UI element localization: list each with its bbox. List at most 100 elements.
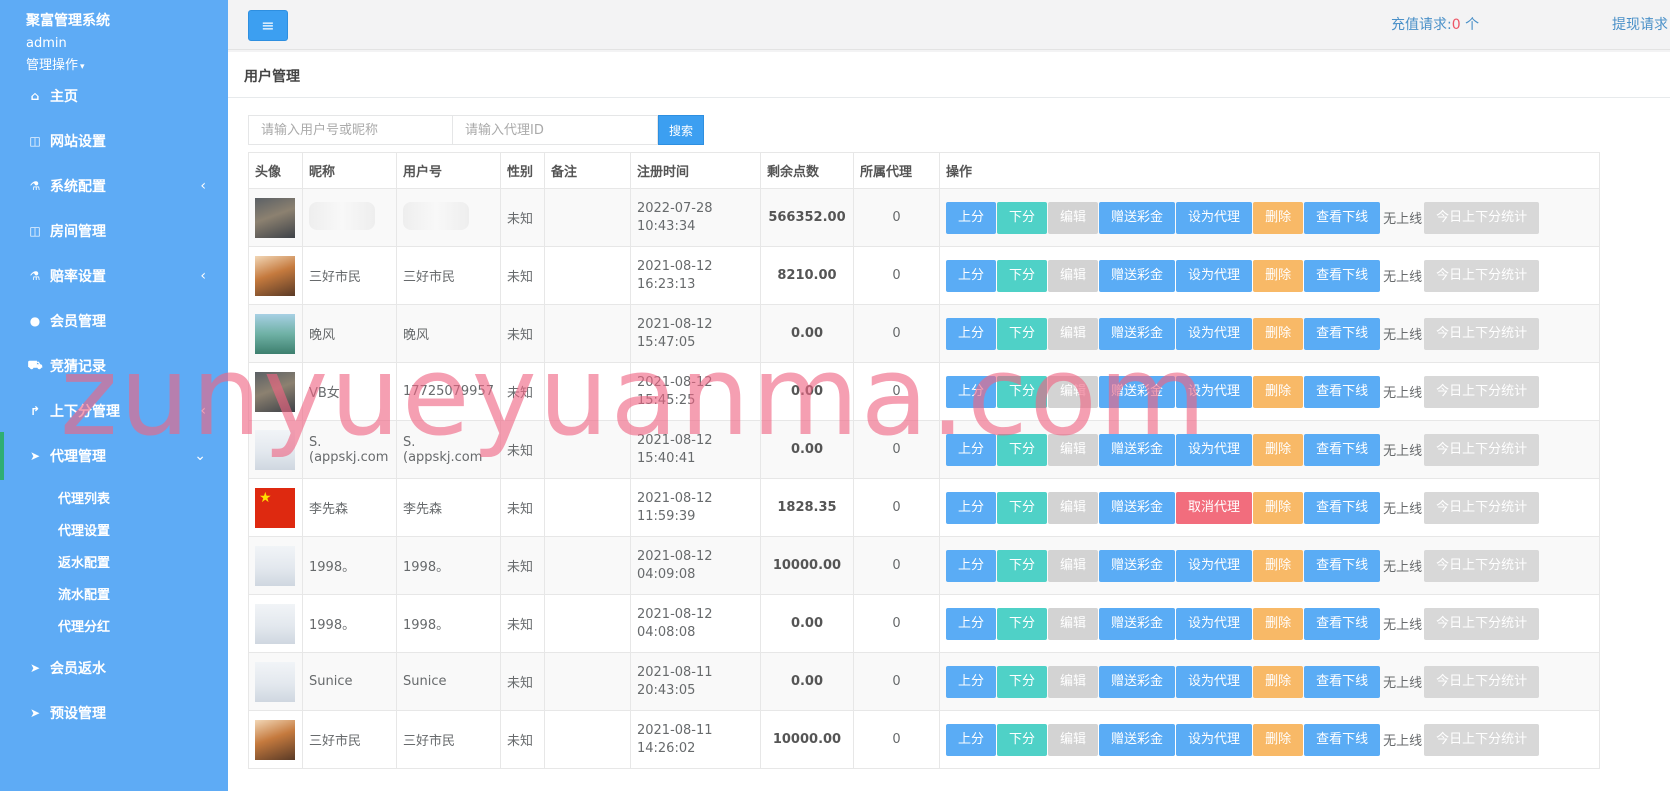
- daily-stats-button[interactable]: 今日上下分统计: [1424, 375, 1540, 408]
- edit-button[interactable]: 编辑: [1048, 201, 1099, 234]
- gift-bonus-button[interactable]: 赠送彩金: [1099, 607, 1176, 640]
- set-agent-button[interactable]: 设为代理: [1176, 201, 1253, 234]
- remove-points-button[interactable]: 下分: [997, 665, 1048, 698]
- set-agent-button[interactable]: 设为代理: [1176, 433, 1253, 466]
- sidebar-subitem-3[interactable]: 返水配置: [58, 552, 110, 571]
- sidebar-subitem-1[interactable]: 代理列表: [58, 488, 110, 507]
- edit-button[interactable]: 编辑: [1048, 723, 1099, 756]
- daily-stats-button[interactable]: 今日上下分统计: [1424, 433, 1540, 466]
- remove-points-button[interactable]: 下分: [997, 375, 1048, 408]
- edit-button[interactable]: 编辑: [1048, 317, 1099, 350]
- remove-points-button[interactable]: 下分: [997, 433, 1048, 466]
- set-agent-button[interactable]: 设为代理: [1176, 549, 1253, 582]
- gift-bonus-button[interactable]: 赠送彩金: [1099, 201, 1176, 234]
- daily-stats-button[interactable]: 今日上下分统计: [1424, 201, 1540, 234]
- add-points-button[interactable]: 上分: [945, 201, 996, 234]
- edit-button[interactable]: 编辑: [1048, 665, 1099, 698]
- view-downline-button[interactable]: 查看下线: [1304, 607, 1381, 640]
- edit-button[interactable]: 编辑: [1048, 259, 1099, 292]
- view-downline-button[interactable]: 查看下线: [1304, 723, 1381, 756]
- remove-points-button[interactable]: 下分: [997, 259, 1048, 292]
- view-downline-button[interactable]: 查看下线: [1304, 259, 1381, 292]
- sidebar-item-4[interactable]: ◫ 房间管理: [0, 207, 228, 255]
- cancel-agent-button[interactable]: 取消代理: [1176, 491, 1253, 524]
- daily-stats-button[interactable]: 今日上下分统计: [1424, 259, 1540, 292]
- menu-toggle-button[interactable]: ≡: [248, 10, 288, 41]
- daily-stats-button[interactable]: 今日上下分统计: [1424, 491, 1540, 524]
- delete-button[interactable]: 删除: [1253, 433, 1304, 466]
- add-points-button[interactable]: 上分: [945, 665, 996, 698]
- sidebar-item-11[interactable]: ➤ 预设管理: [0, 689, 228, 737]
- search-agent-input[interactable]: [453, 115, 658, 145]
- sidebar-subitem-4[interactable]: 流水配置: [58, 584, 110, 603]
- sidebar-subitem-2[interactable]: 代理设置: [58, 520, 110, 539]
- delete-button[interactable]: 删除: [1253, 375, 1304, 408]
- delete-button[interactable]: 删除: [1253, 259, 1304, 292]
- remove-points-button[interactable]: 下分: [997, 201, 1048, 234]
- add-points-button[interactable]: 上分: [945, 433, 996, 466]
- add-points-button[interactable]: 上分: [945, 375, 996, 408]
- remove-points-button[interactable]: 下分: [997, 549, 1048, 582]
- remove-points-button[interactable]: 下分: [997, 491, 1048, 524]
- sidebar-item-2[interactable]: ◫ 网站设置: [0, 117, 228, 165]
- edit-button[interactable]: 编辑: [1048, 491, 1099, 524]
- view-downline-button[interactable]: 查看下线: [1304, 491, 1381, 524]
- daily-stats-button[interactable]: 今日上下分统计: [1424, 665, 1540, 698]
- delete-button[interactable]: 删除: [1253, 665, 1304, 698]
- set-agent-button[interactable]: 设为代理: [1176, 665, 1253, 698]
- add-points-button[interactable]: 上分: [945, 491, 996, 524]
- edit-button[interactable]: 编辑: [1048, 375, 1099, 408]
- add-points-button[interactable]: 上分: [945, 317, 996, 350]
- gift-bonus-button[interactable]: 赠送彩金: [1099, 259, 1176, 292]
- delete-button[interactable]: 删除: [1253, 317, 1304, 350]
- gift-bonus-button[interactable]: 赠送彩金: [1099, 549, 1176, 582]
- view-downline-button[interactable]: 查看下线: [1304, 375, 1381, 408]
- sidebar-item-9[interactable]: ➤ 代理管理 ⌄: [0, 432, 228, 480]
- remove-points-button[interactable]: 下分: [997, 723, 1048, 756]
- delete-button[interactable]: 删除: [1253, 723, 1304, 756]
- edit-button[interactable]: 编辑: [1048, 607, 1099, 640]
- search-button[interactable]: 搜索: [658, 115, 704, 145]
- sidebar-item-1[interactable]: ⌂ 主页: [0, 72, 228, 120]
- view-downline-button[interactable]: 查看下线: [1304, 433, 1381, 466]
- delete-button[interactable]: 删除: [1253, 491, 1304, 524]
- daily-stats-button[interactable]: 今日上下分统计: [1424, 723, 1540, 756]
- set-agent-button[interactable]: 设为代理: [1176, 723, 1253, 756]
- gift-bonus-button[interactable]: 赠送彩金: [1099, 491, 1176, 524]
- gift-bonus-button[interactable]: 赠送彩金: [1099, 433, 1176, 466]
- add-points-button[interactable]: 上分: [945, 259, 996, 292]
- search-user-input[interactable]: [248, 115, 453, 145]
- delete-button[interactable]: 删除: [1253, 549, 1304, 582]
- view-downline-button[interactable]: 查看下线: [1304, 665, 1381, 698]
- add-points-button[interactable]: 上分: [945, 607, 996, 640]
- set-agent-button[interactable]: 设为代理: [1176, 375, 1253, 408]
- delete-button[interactable]: 删除: [1253, 201, 1304, 234]
- add-points-button[interactable]: 上分: [945, 723, 996, 756]
- user-menu-dropdown[interactable]: 管理操作 ▾: [26, 54, 85, 73]
- daily-stats-button[interactable]: 今日上下分统计: [1424, 317, 1540, 350]
- gift-bonus-button[interactable]: 赠送彩金: [1099, 375, 1176, 408]
- delete-button[interactable]: 删除: [1253, 607, 1304, 640]
- set-agent-button[interactable]: 设为代理: [1176, 317, 1253, 350]
- gift-bonus-button[interactable]: 赠送彩金: [1099, 665, 1176, 698]
- sidebar-item-6[interactable]: ● 会员管理: [0, 297, 228, 345]
- remove-points-button[interactable]: 下分: [997, 317, 1048, 350]
- sidebar-item-5[interactable]: ⚗ 赔率设置 ‹: [0, 252, 228, 300]
- view-downline-button[interactable]: 查看下线: [1304, 317, 1381, 350]
- edit-button[interactable]: 编辑: [1048, 549, 1099, 582]
- gift-bonus-button[interactable]: 赠送彩金: [1099, 723, 1176, 756]
- remove-points-button[interactable]: 下分: [997, 607, 1048, 640]
- sidebar-subitem-5[interactable]: 代理分红: [58, 616, 110, 635]
- sidebar-item-7[interactable]: ⛟ 竞猜记录: [0, 342, 228, 390]
- withdraw-requests-link[interactable]: 提现请求: [1612, 14, 1668, 34]
- sidebar-item-3[interactable]: ⚗ 系统配置 ‹: [0, 162, 228, 210]
- view-downline-button[interactable]: 查看下线: [1304, 549, 1381, 582]
- sidebar-item-8[interactable]: ↱ 上下分管理 ‹: [0, 387, 228, 435]
- sidebar-item-10[interactable]: ➤ 会员返水: [0, 644, 228, 692]
- daily-stats-button[interactable]: 今日上下分统计: [1424, 549, 1540, 582]
- daily-stats-button[interactable]: 今日上下分统计: [1424, 607, 1540, 640]
- gift-bonus-button[interactable]: 赠送彩金: [1099, 317, 1176, 350]
- edit-button[interactable]: 编辑: [1048, 433, 1099, 466]
- add-points-button[interactable]: 上分: [945, 549, 996, 582]
- set-agent-button[interactable]: 设为代理: [1176, 259, 1253, 292]
